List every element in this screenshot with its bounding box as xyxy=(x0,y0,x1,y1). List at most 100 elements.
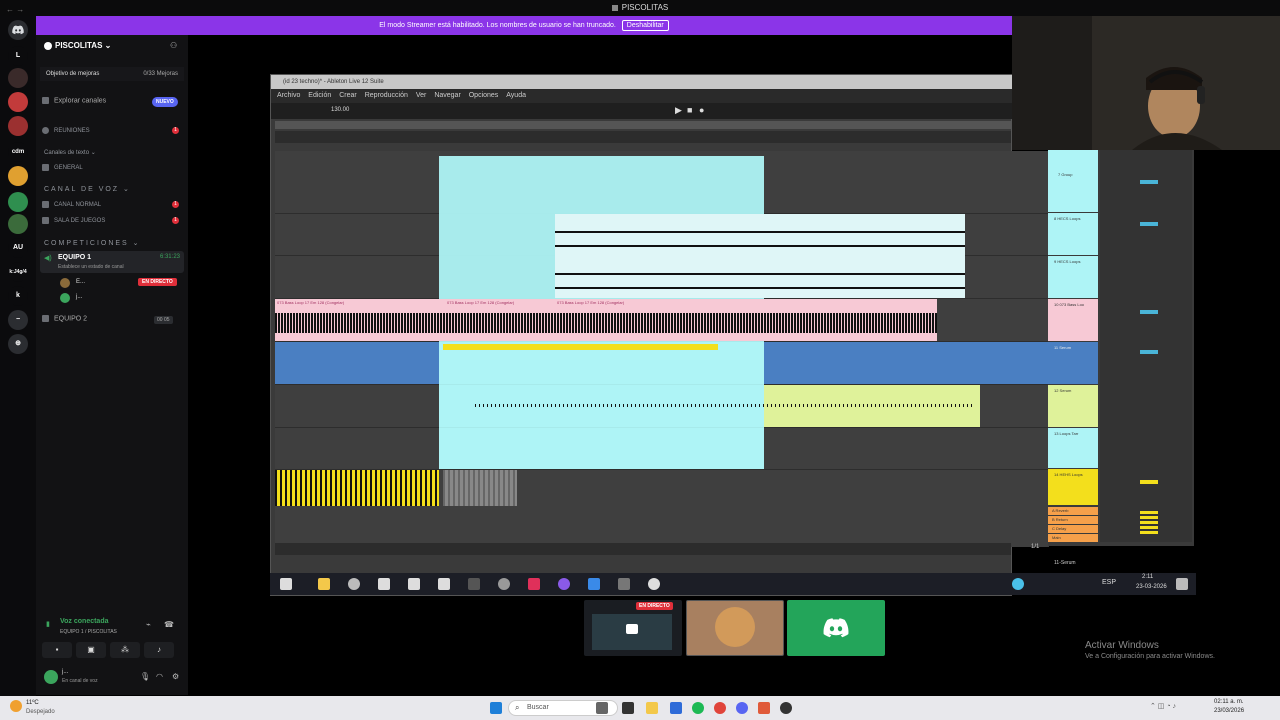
stream-tile-screen[interactable]: EN DIRECTO xyxy=(584,600,682,656)
server-au[interactable]: AU xyxy=(8,238,28,258)
server-avatar-1[interactable] xyxy=(8,68,28,88)
channel-reuniones[interactable]: REUNIONES xyxy=(42,127,90,134)
menu-navegar[interactable]: Navegar xyxy=(434,92,460,99)
widget-icon[interactable] xyxy=(596,702,608,714)
server-cdm[interactable]: cdm xyxy=(8,142,28,162)
channel-sala-juegos[interactable]: SALA DE JUEGOS xyxy=(42,217,105,224)
screen-share-button[interactable]: ▣ xyxy=(76,642,106,658)
track-header-8[interactable]: 8 HECS Loops xyxy=(1048,213,1098,255)
media-icon[interactable] xyxy=(648,578,660,590)
return-b[interactable]: B Return xyxy=(1048,516,1098,524)
ableton-icon[interactable] xyxy=(468,578,480,590)
disable-streamer-button[interactable]: Deshabilitar xyxy=(621,20,669,31)
chrome-icon[interactable] xyxy=(714,702,726,714)
member-1[interactable]: E... xyxy=(76,279,85,285)
app-icon[interactable] xyxy=(528,578,540,590)
menu-edicion[interactable]: Edición xyxy=(308,92,331,99)
system-tray-icons[interactable]: ⌃ ◫ ◔ ♪ xyxy=(1150,702,1176,710)
discord-icon[interactable] xyxy=(736,702,748,714)
channel-equipo2[interactable]: EQUIPO 2 xyxy=(42,315,87,322)
track-header-13[interactable]: 13 Loops Tarr xyxy=(1048,428,1098,468)
settings-icon[interactable] xyxy=(348,578,360,590)
mixer-controls[interactable] xyxy=(1100,150,1192,542)
yellow-loop-clip[interactable] xyxy=(275,470,439,506)
server-header[interactable]: PISCOLITAS ⌄ xyxy=(44,41,111,50)
stream-tile-discord[interactable] xyxy=(787,600,885,656)
grey-clip[interactable] xyxy=(443,470,517,506)
media-icon[interactable] xyxy=(780,702,792,714)
competitions-category[interactable]: COMPETICIONES ⌄ xyxy=(44,239,141,247)
tempo-display[interactable]: 130.00 xyxy=(331,107,349,113)
weather-icon[interactable] xyxy=(10,700,22,712)
server-avatar-2[interactable] xyxy=(8,92,28,112)
add-server-icon[interactable]: − xyxy=(8,310,28,330)
main-track[interactable]: Main xyxy=(1048,534,1098,542)
track-header-10[interactable]: 10 073 Bass Loo xyxy=(1048,299,1098,341)
discord-home-icon[interactable] xyxy=(8,20,28,40)
equipo1-status[interactable]: Establece un estado de canal xyxy=(58,264,124,270)
ableton-active-icon[interactable] xyxy=(618,578,630,590)
store-icon[interactable] xyxy=(670,702,682,714)
app-icon[interactable] xyxy=(408,578,420,590)
server-avatar-4[interactable] xyxy=(8,166,28,186)
menu-reproduccion[interactable]: Reproducción xyxy=(365,92,408,99)
disconnect-icon[interactable]: ☎ xyxy=(164,620,174,629)
m-app-icon[interactable] xyxy=(438,578,450,590)
file-explorer-icon[interactable] xyxy=(318,578,330,590)
app-icon[interactable] xyxy=(558,578,570,590)
text-channels-category[interactable]: Canales de texto ⌄ xyxy=(44,149,96,156)
app-icon[interactable] xyxy=(758,702,770,714)
member-2[interactable]: j... xyxy=(76,294,82,300)
channel-canal-normal[interactable]: CANAL NORMAL xyxy=(42,201,101,208)
menu-ver[interactable]: Ver xyxy=(416,92,427,99)
arrangement-view[interactable]: 073 Bass Loop 17 Em 128 (Congelar) 073 B… xyxy=(275,151,1049,547)
server-avatar-3[interactable] xyxy=(8,116,28,136)
task-view-icon[interactable] xyxy=(622,702,634,714)
stop-icon[interactable]: ■ xyxy=(687,105,692,115)
headphones-icon[interactable]: ◠ xyxy=(156,672,163,681)
invite-icon[interactable]: ⚇ xyxy=(170,41,177,50)
language-indicator[interactable]: ESP xyxy=(1102,579,1116,586)
windows-start-icon[interactable] xyxy=(280,578,292,590)
track-header-12[interactable]: 12 Serum xyxy=(1048,385,1098,427)
voice-category[interactable]: CANAL DE VOZ ⌄ xyxy=(44,185,131,193)
track-header-14[interactable]: 14 HEHS Loops xyxy=(1048,469,1098,505)
stream-tile-avatar[interactable] xyxy=(686,600,784,656)
explore-channels[interactable]: Explorar canales xyxy=(42,97,106,104)
spotify-icon[interactable] xyxy=(692,702,704,714)
noise-suppression-icon[interactable]: ⌁ xyxy=(146,620,151,629)
return-a[interactable]: A Reverb xyxy=(1048,507,1098,515)
timeline-ruler[interactable] xyxy=(275,131,1011,143)
hecs-loop-clip[interactable] xyxy=(555,214,965,298)
arrangement-overview[interactable] xyxy=(275,121,1011,129)
server-l[interactable]: L xyxy=(8,46,28,66)
microphone-icon[interactable]: 🎙 xyxy=(140,672,150,681)
steam-icon[interactable] xyxy=(498,578,510,590)
app-icon[interactable] xyxy=(588,578,600,590)
cyan-clip[interactable] xyxy=(439,428,764,469)
soundboard-button[interactable]: ♪ xyxy=(144,642,174,658)
record-icon[interactable]: ● xyxy=(699,105,704,115)
notification-icon[interactable] xyxy=(1176,578,1188,590)
avatar[interactable] xyxy=(44,670,58,684)
server-k-label[interactable]: k:J4g/4 xyxy=(8,262,28,282)
explore-servers-icon[interactable]: ⊕ xyxy=(8,334,28,354)
track-header-7[interactable]: 7 Group xyxy=(1048,150,1098,212)
track-header-11[interactable]: 11 Serum xyxy=(1048,342,1098,384)
track-header-9[interactable]: 9 HECS Loops xyxy=(1048,256,1098,298)
menu-archivo[interactable]: Archivo xyxy=(277,92,300,99)
menu-ayuda[interactable]: Ayuda xyxy=(506,92,526,99)
play-icon[interactable]: ▶ xyxy=(675,105,682,116)
menu-crear[interactable]: Crear xyxy=(339,92,357,99)
server-avatar-6[interactable] xyxy=(8,214,28,234)
settings-gear-icon[interactable]: ⚙ xyxy=(172,672,179,681)
activities-button[interactable]: ⁂ xyxy=(110,642,140,658)
camera-off-button[interactable]: ▪ xyxy=(42,642,72,658)
return-c[interactable]: C Delay xyxy=(1048,525,1098,533)
shield-icon[interactable] xyxy=(378,578,390,590)
file-explorer-icon[interactable] xyxy=(646,702,658,714)
channel-general[interactable]: GENERAL xyxy=(42,164,83,171)
channel-equipo1[interactable]: ◀) EQUIPO 1 6:31:23 Establece un estado … xyxy=(40,251,184,273)
boost-goal[interactable]: Objetivo de mejoras 0/33 Mejoras xyxy=(40,67,184,81)
menu-opciones[interactable]: Opciones xyxy=(469,92,499,99)
